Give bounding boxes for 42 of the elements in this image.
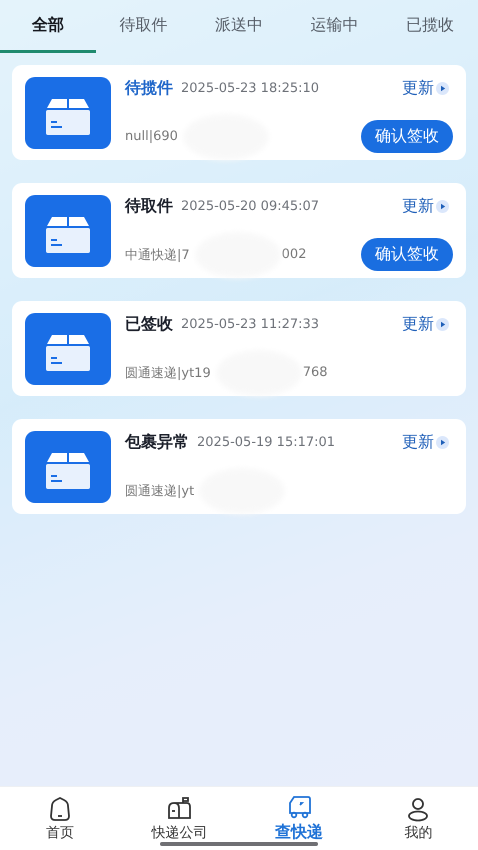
shipment-status: 包裹异常 — [125, 432, 189, 453]
play-icon — [436, 82, 449, 95]
shipment-card[interactable]: 待揽件 2025-05-23 18:25:10 更新 null|690 确认签收 — [12, 65, 466, 160]
nav-tab[interactable]: 快递公司 — [151, 824, 208, 842]
shipment-time: 2025-05-20 09:45:07 — [181, 199, 320, 214]
shipment-time: 2025-05-23 18:25:10 — [181, 81, 320, 96]
shipment-card[interactable]: 已签收 2025-05-23 11:27:33 更新 圆通速递|yt19 768 — [12, 301, 466, 396]
filter-tab[interactable]: 运输中 — [286, 0, 382, 53]
play-icon — [436, 200, 449, 213]
filter-tab[interactable]: 已揽收 — [382, 0, 478, 53]
tracking-number: 圆通速递|yt — [125, 482, 194, 500]
mailbox-icon[interactable] — [165, 796, 194, 822]
tracking-number-end: 768 — [302, 365, 328, 380]
confirm-receipt-button[interactable]: 确认签收 — [361, 120, 453, 153]
package-icon — [25, 76, 111, 148]
shipment-status: 待取件 — [125, 196, 173, 217]
shipment-status: 待揽件 — [125, 78, 173, 99]
nav-tab[interactable]: 我的 — [404, 824, 432, 842]
confirm-receipt-button[interactable]: 确认签收 — [361, 238, 453, 271]
refresh-button[interactable]: 更新 — [402, 314, 453, 335]
nav-tab[interactable]: 查快递 — [274, 822, 323, 843]
tracking-number: 圆通速递|yt19 — [125, 364, 211, 382]
package-icon — [25, 312, 111, 384]
tracking-number-end: 002 — [282, 247, 306, 262]
tracking-number: null|690 — [125, 129, 178, 144]
shipment-time: 2025-05-19 15:17:01 — [197, 435, 336, 450]
package-icon — [25, 430, 111, 502]
shipment-time: 2025-05-23 11:27:33 — [181, 317, 320, 332]
filter-tab[interactable]: 派送中 — [191, 0, 287, 53]
package-icon — [25, 194, 111, 266]
play-icon — [436, 318, 449, 331]
filter-tab[interactable]: 待取件 — [96, 0, 192, 53]
shipment-status: 已签收 — [125, 314, 173, 335]
shipment-card[interactable]: 包裹异常 2025-05-19 15:17:01 更新 圆通速递|yt — [12, 419, 466, 514]
shipment-card[interactable]: 待取件 2025-05-20 09:45:07 更新 中通快递|7 002 确认签收 — [12, 183, 466, 278]
nav-tab[interactable]: 首页 — [46, 824, 74, 842]
tracking-number: 中通快递|7 — [125, 246, 190, 264]
filter-tab[interactable]: 全部 — [0, 0, 96, 53]
refresh-button[interactable]: 更新 — [402, 196, 453, 217]
play-icon — [436, 436, 449, 449]
refresh-button[interactable]: 更新 — [402, 78, 453, 99]
refresh-button[interactable]: 更新 — [402, 432, 453, 453]
